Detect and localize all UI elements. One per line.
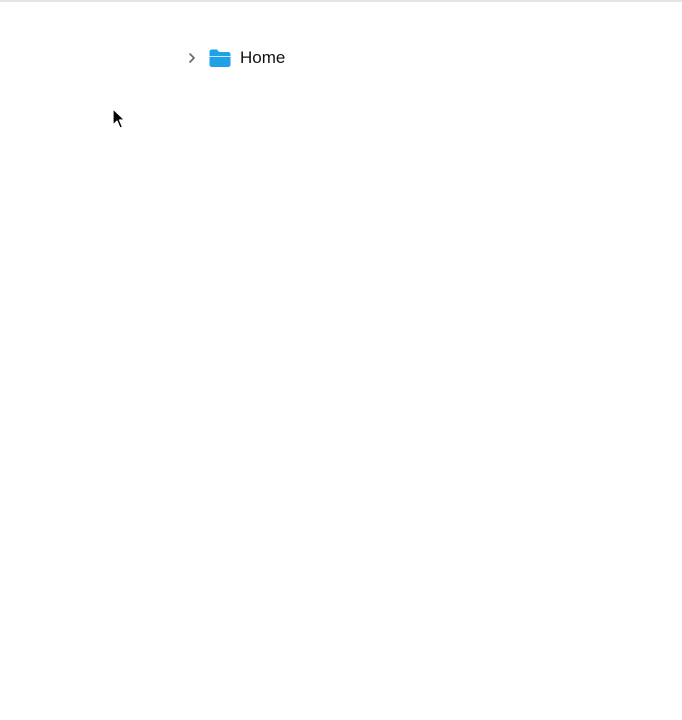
top-divider <box>0 0 682 2</box>
folder-tree: Home <box>182 44 285 72</box>
chevron-right-icon[interactable] <box>182 48 202 68</box>
mouse-pointer-icon <box>112 108 126 130</box>
folder-icon <box>208 48 232 68</box>
file-tree-panel: Home <box>0 0 682 720</box>
tree-item-label: Home <box>240 48 286 67</box>
tree-item-home[interactable]: Home <box>182 44 285 72</box>
